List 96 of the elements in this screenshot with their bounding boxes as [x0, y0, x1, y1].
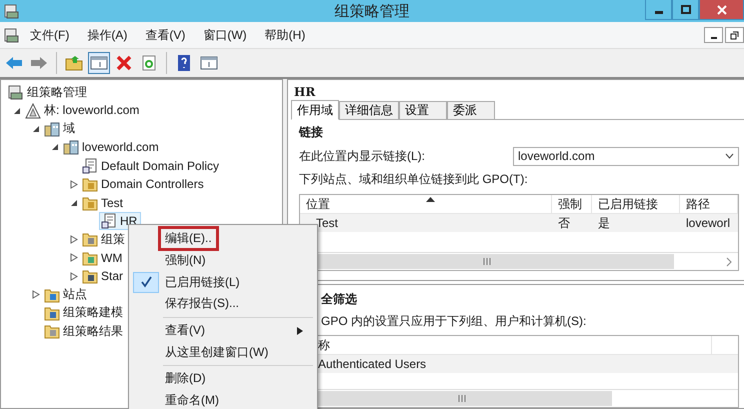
column-header[interactable]: 位置: [300, 195, 552, 213]
console-icon: [4, 27, 20, 43]
forward-arrow-icon: [30, 54, 48, 72]
tree-item[interactable]: HR: [99, 212, 142, 230]
tree-item[interactable]: Star: [80, 267, 128, 286]
panel-icon: [200, 54, 218, 72]
menu-item[interactable]: 查看(V): [161, 321, 209, 340]
tree-item[interactable]: Test: [80, 194, 128, 212]
minimize-button[interactable]: [645, 0, 672, 20]
panel-title: HR: [293, 84, 316, 100]
panel-icon: [90, 54, 108, 72]
menu-item[interactable]: 从这里创建窗口(W): [161, 342, 272, 362]
menu-item[interactable]: 帮助(H): [256, 24, 314, 46]
minimize-button[interactable]: [704, 27, 723, 43]
refresh-icon: [140, 54, 158, 72]
folder-icon: [82, 194, 98, 211]
expand-icon[interactable]: [70, 272, 78, 281]
tree-item[interactable]: loveworld.com: [61, 138, 163, 156]
folder-icon: [82, 250, 98, 266]
help-icon: [175, 54, 193, 72]
window-title: 组策略管理: [334, 2, 410, 20]
close-button[interactable]: [699, 0, 744, 20]
folder-icon: [44, 286, 60, 302]
tree-item[interactable]: 林: loveworld.com: [23, 101, 144, 120]
expand-icon[interactable]: [70, 180, 78, 189]
minimize-icon: [710, 36, 716, 38]
scroll-right-icon[interactable]: [724, 256, 734, 266]
minimize-icon: [654, 11, 662, 14]
table-cell-text: Test: [315, 215, 340, 232]
tree-item[interactable]: Domain Controllers: [80, 175, 208, 194]
tree-item[interactable]: 组策略管理: [6, 82, 91, 102]
expand-icon[interactable]: [70, 234, 78, 244]
section-heading: 链接: [299, 124, 324, 141]
column-header[interactable]: 路径: [680, 195, 738, 213]
expand-icon[interactable]: [32, 290, 40, 299]
close-icon: [716, 4, 726, 14]
tab[interactable]: 详细信息: [339, 101, 399, 119]
folder-icon: [44, 304, 60, 321]
menu-item[interactable]: 编辑(E)..: [161, 229, 216, 248]
menu-item[interactable]: 保存报告(S)...: [161, 294, 243, 314]
console-icon: [4, 3, 20, 19]
table-caption: 下列站点、域和组织单位链接到此 GPO(T):: [299, 171, 529, 188]
tree-item[interactable]: WM: [80, 248, 126, 267]
folder-icon: [82, 176, 98, 192]
tree-item[interactable]: 组策: [80, 230, 129, 249]
table-cell-text: 否: [557, 214, 571, 232]
table-cell-text: Authenticated Users: [317, 356, 428, 373]
restore-icon: [730, 30, 739, 40]
menu-item[interactable]: 已启用链接(L): [161, 272, 244, 292]
tree-item[interactable]: Default Domain Policy: [80, 156, 224, 175]
column-header[interactable]: 强制: [552, 195, 592, 213]
section-heading: 全筛选: [321, 291, 358, 308]
collapse-icon[interactable]: [32, 124, 40, 133]
collapse-icon[interactable]: [70, 198, 78, 207]
building-icon: [63, 139, 79, 156]
toolbar-button[interactable]: [88, 52, 110, 74]
collapse-icon[interactable]: [13, 106, 21, 115]
checkmark-icon: [140, 276, 152, 288]
tab[interactable]: 作用域: [291, 100, 339, 120]
maximize-button[interactable]: [672, 0, 699, 20]
menu-item[interactable]: 删除(D): [161, 369, 210, 388]
grip-icon: [483, 258, 491, 265]
tree-item[interactable]: 域: [42, 119, 79, 138]
console-icon: [8, 84, 24, 100]
triangle-icon: [25, 102, 41, 119]
grip-icon: [458, 395, 466, 402]
menu-item[interactable]: 强制(N): [161, 251, 210, 270]
tab[interactable]: 委派: [447, 101, 495, 119]
menu-item[interactable]: 重命名(M): [161, 391, 223, 409]
restore-button[interactable]: [725, 27, 744, 43]
collapse-icon[interactable]: [51, 143, 59, 152]
building-icon: [44, 120, 60, 137]
folder-up-icon: [65, 54, 83, 72]
tab[interactable]: 设置: [399, 101, 447, 119]
location-dropdown[interactable]: loveworld.com: [513, 146, 739, 166]
folder-icon: [82, 231, 98, 248]
table-cell-text: 是: [597, 214, 611, 232]
menu-item[interactable]: 文件(F): [22, 24, 78, 46]
expand-icon[interactable]: [70, 253, 78, 262]
tree-item[interactable]: 站点: [42, 285, 91, 304]
folder-icon: [44, 323, 60, 340]
menu-item[interactable]: 操作(A): [79, 24, 136, 46]
tree-item[interactable]: 组策略结果: [42, 322, 127, 341]
table-cell-text: loveworl: [685, 215, 732, 232]
menu-item[interactable]: 窗口(W): [195, 24, 255, 46]
folder-icon: [82, 268, 98, 284]
tree-item[interactable]: 组策略建模: [42, 303, 127, 322]
chevron-icon: [725, 153, 734, 159]
delete-icon: [115, 54, 133, 72]
menu-item[interactable]: 查看(V): [137, 24, 194, 46]
column-header[interactable]: 已启用链接: [592, 195, 680, 213]
back-arrow-icon: [5, 54, 23, 72]
sort-arrow-icon: [426, 197, 434, 202]
description-text: GPO 内的设置只应用于下列组、用户和计算机(S):: [321, 313, 588, 330]
maximize-icon: [680, 4, 690, 14]
field-label: 在此位置内显示链接(L):: [299, 148, 425, 164]
